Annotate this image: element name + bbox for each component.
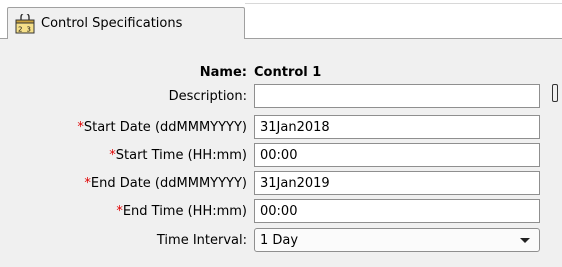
start-time-label: *Start Time (HH:mm) (109, 148, 247, 163)
name-value: Control 1 (254, 64, 322, 80)
description-row: Description: (0, 84, 562, 108)
time-interval-row: Time Interval: 1 Day (0, 228, 562, 252)
start-date-row: *Start Date (ddMMMYYYY) 31Jan2018 (0, 115, 562, 139)
svg-text:2: 2 (18, 25, 22, 33)
description-expand-button[interactable] (552, 84, 558, 102)
end-date-field[interactable]: 31Jan2019 (254, 171, 540, 195)
svg-text:3: 3 (27, 25, 31, 33)
end-date-label: *End Date (ddMMMYYYY) (84, 176, 247, 191)
start-date-label: *Start Date (ddMMMYYYY) (77, 120, 247, 135)
start-date-field[interactable]: 31Jan2018 (254, 115, 540, 139)
name-row: Name: Control 1 (0, 60, 562, 84)
start-time-label-text: Start Time (HH:mm) (115, 147, 247, 163)
time-interval-value: 1 Day (260, 232, 299, 248)
start-date-label-text: Start Date (ddMMMYYYY) (83, 119, 247, 135)
time-interval-label: Time Interval: (156, 232, 247, 248)
end-time-field[interactable]: 00:00 (254, 199, 540, 223)
chevron-down-icon (520, 238, 530, 243)
end-time-label: *End Time (HH:mm) (116, 204, 247, 219)
end-date-row: *End Date (ddMMMYYYY) 31Jan2019 (0, 171, 562, 195)
end-time-row: *End Time (HH:mm) 00:00 (0, 199, 562, 223)
start-time-row: *Start Time (HH:mm) 00:00 (0, 143, 562, 167)
name-label: Name: (199, 64, 247, 80)
tab-label: Control Specifications (41, 16, 183, 31)
description-field[interactable] (254, 84, 540, 108)
start-time-field[interactable]: 00:00 (254, 143, 540, 167)
calendar-icon: 2 3 (14, 11, 36, 34)
tab-strip-line (245, 3, 562, 4)
end-date-label-text: End Date (ddMMMYYYY) (90, 175, 247, 191)
end-time-label-text: End Time (HH:mm) (122, 203, 247, 219)
description-label: Description: (168, 88, 247, 104)
control-specifications-panel: Name: Control 1 Description: *Start Date… (0, 38, 562, 267)
time-interval-select[interactable]: 1 Day (254, 228, 540, 252)
tab-control-specifications[interactable]: 2 3 Control Specifications (7, 7, 245, 39)
